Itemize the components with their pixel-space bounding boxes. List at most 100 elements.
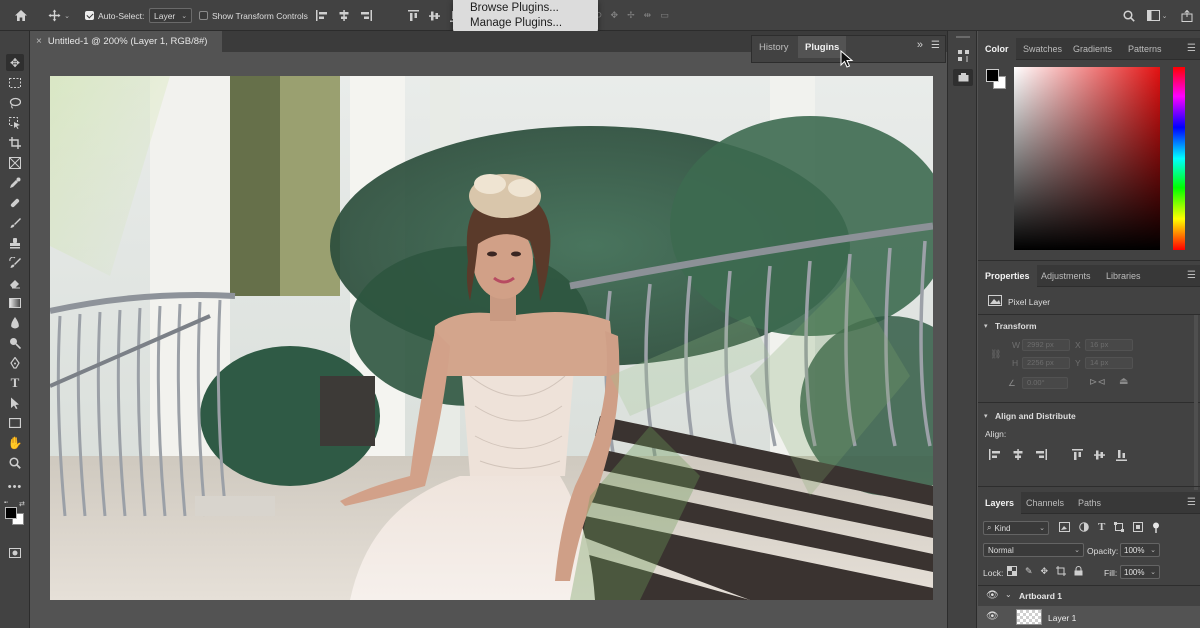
eraser-tool-icon[interactable] xyxy=(6,274,24,291)
chevron-down-icon[interactable]: ⌄ xyxy=(1150,568,1156,576)
align-right-edges-icon[interactable] xyxy=(1035,449,1047,463)
panel-menu-icon[interactable]: ☰ xyxy=(931,40,940,51)
document-canvas[interactable] xyxy=(50,76,933,600)
auto-select-dropdown[interactable]: Layer ⌄ xyxy=(149,8,193,23)
tab-paths[interactable]: Paths xyxy=(1071,492,1108,514)
align-horizontal-centers-icon[interactable] xyxy=(1012,449,1024,463)
layer-filter-dropdown[interactable]: ⌕ Kind ⌄ xyxy=(983,521,1049,535)
manage-plugins-menu-item[interactable]: Manage Plugins... xyxy=(470,16,598,31)
color-panel-swatches[interactable] xyxy=(986,69,1008,91)
y-field[interactable]: 14 px xyxy=(1085,357,1133,369)
tab-libraries[interactable]: Libraries xyxy=(1099,265,1148,287)
edit-toolbar-icon[interactable]: ••• xyxy=(6,478,24,495)
foreground-color-swatch[interactable] xyxy=(5,507,17,519)
color-picker-field[interactable] xyxy=(1014,67,1160,250)
auto-select-checkbox[interactable] xyxy=(85,11,94,20)
fill-field[interactable]: 100% ⌄ xyxy=(1120,565,1160,579)
tab-adjustments[interactable]: Adjustments xyxy=(1034,265,1098,287)
x-field[interactable]: 16 px xyxy=(1085,339,1133,351)
tab-color[interactable]: Color xyxy=(978,38,1016,60)
chevron-down-icon[interactable]: ▾ xyxy=(984,412,988,420)
properties-scrollbar[interactable] xyxy=(1194,315,1198,490)
tab-swatches[interactable]: Swatches xyxy=(1016,38,1069,60)
close-icon[interactable]: × xyxy=(36,36,42,47)
quick-mask-icon[interactable] xyxy=(6,544,24,561)
angle-field[interactable]: 0.00° xyxy=(1022,377,1068,389)
drag-handle[interactable] xyxy=(956,36,970,38)
color-swatches[interactable]: ▪▫ ⇄ xyxy=(4,500,26,525)
zoom-tool-icon[interactable] xyxy=(6,454,24,471)
tab-channels[interactable]: Channels xyxy=(1019,492,1071,514)
tab-patterns[interactable]: Patterns xyxy=(1121,38,1169,60)
adjustment-filter-icon[interactable] xyxy=(1079,522,1089,536)
lock-transparent-pixels-icon[interactable] xyxy=(1007,566,1017,578)
tab-layers[interactable]: Layers xyxy=(978,492,1022,514)
type-filter-icon[interactable]: T xyxy=(1098,522,1105,536)
3d-drag-icon[interactable]: ✢ xyxy=(627,10,635,21)
home-icon[interactable] xyxy=(12,0,30,31)
chevron-down-icon[interactable]: ⌄ xyxy=(1005,590,1012,599)
3d-slide-icon[interactable]: ⇹ xyxy=(644,10,652,21)
collapse-panels-icon[interactable]: » xyxy=(917,39,923,51)
swap-colors-icon[interactable]: ⇄ xyxy=(19,500,25,508)
flip-vertical-icon[interactable]: ⏏ xyxy=(1119,376,1128,387)
align-left-edges-icon[interactable] xyxy=(989,449,1001,463)
smart-object-filter-icon[interactable] xyxy=(1133,522,1144,536)
browse-plugins-menu-item[interactable]: Browse Plugins... xyxy=(470,1,598,16)
properties-panel-icon[interactable] xyxy=(953,47,973,64)
default-colors-icon[interactable]: ▪▫ xyxy=(4,500,8,506)
tab-gradients[interactable]: Gradients xyxy=(1066,38,1119,60)
dodge-tool-icon[interactable] xyxy=(6,334,24,351)
align-top-edges-icon[interactable] xyxy=(408,9,419,22)
visibility-eye-icon[interactable]: 👁 xyxy=(986,611,999,622)
align-bottom-edges-icon[interactable] xyxy=(1116,449,1127,463)
pixel-filter-icon[interactable] xyxy=(1059,522,1070,536)
3d-scale-icon[interactable]: ▭ xyxy=(660,10,669,21)
object-selection-tool-icon[interactable] xyxy=(6,114,24,131)
hand-tool-icon[interactable]: ✋ xyxy=(6,434,24,451)
layer-row-layer-1[interactable]: 👁 Layer 1 xyxy=(978,606,1200,628)
show-transform-checkbox[interactable] xyxy=(199,11,208,20)
blend-mode-dropdown[interactable]: Normal ⌄ xyxy=(983,543,1084,557)
lock-artboard-icon[interactable] xyxy=(1056,566,1067,578)
align-horizontal-centers-icon[interactable] xyxy=(338,10,350,21)
align-right-edges-icon[interactable] xyxy=(360,10,372,21)
hue-slider[interactable] xyxy=(1173,67,1185,250)
blur-tool-icon[interactable] xyxy=(6,314,24,331)
history-brush-tool-icon[interactable] xyxy=(6,254,24,271)
lock-image-pixels-icon[interactable]: ✎ xyxy=(1025,566,1033,578)
clone-stamp-tool-icon[interactable] xyxy=(6,234,24,251)
lasso-tool-icon[interactable] xyxy=(6,94,24,111)
lock-all-icon[interactable] xyxy=(1074,566,1083,578)
flip-horizontal-icon[interactable]: ⊳⊲ xyxy=(1089,377,1106,388)
shape-filter-icon[interactable] xyxy=(1114,522,1125,536)
document-tab[interactable]: × Untitled-1 @ 200% (Layer 1, RGB/8#) xyxy=(30,31,222,52)
share-icon[interactable] xyxy=(1180,0,1194,31)
foreground-color-swatch[interactable] xyxy=(986,69,999,82)
workspace-icon[interactable]: ⌄ xyxy=(1145,0,1169,31)
move-tool-preset-icon[interactable]: ⌄ xyxy=(45,0,73,31)
search-icon[interactable] xyxy=(1122,0,1136,31)
gradient-tool-icon[interactable] xyxy=(6,294,24,311)
layer-row-artboard[interactable]: 👁 ⌄ Artboard 1 xyxy=(978,586,1200,606)
chevron-down-icon[interactable]: ⌄ xyxy=(1150,546,1156,554)
visibility-eye-icon[interactable]: 👁 xyxy=(986,590,999,601)
move-tool-icon[interactable]: ✥ xyxy=(6,54,24,71)
panel-menu-icon[interactable]: ☰ xyxy=(1187,497,1196,508)
healing-brush-tool-icon[interactable] xyxy=(6,194,24,211)
width-field[interactable]: 2992 px xyxy=(1022,339,1070,351)
align-left-edges-icon[interactable] xyxy=(316,10,328,21)
crop-tool-icon[interactable] xyxy=(6,134,24,151)
history-panel-icon[interactable] xyxy=(953,69,973,86)
align-top-edges-icon[interactable] xyxy=(1072,449,1083,463)
lock-position-icon[interactable]: ✥ xyxy=(1041,566,1049,578)
tab-history[interactable]: History xyxy=(752,36,796,58)
filter-toggle-icon[interactable] xyxy=(1152,522,1160,536)
align-vertical-centers-icon[interactable] xyxy=(429,10,440,22)
pen-tool-icon[interactable] xyxy=(6,354,24,371)
height-field[interactable]: 2256 px xyxy=(1022,357,1070,369)
chevron-down-icon[interactable]: ▾ xyxy=(984,322,988,330)
3d-roll-icon[interactable]: ✥ xyxy=(611,10,619,21)
link-icon[interactable]: ⛓ xyxy=(990,349,1001,360)
type-tool-icon[interactable]: T xyxy=(6,374,24,391)
